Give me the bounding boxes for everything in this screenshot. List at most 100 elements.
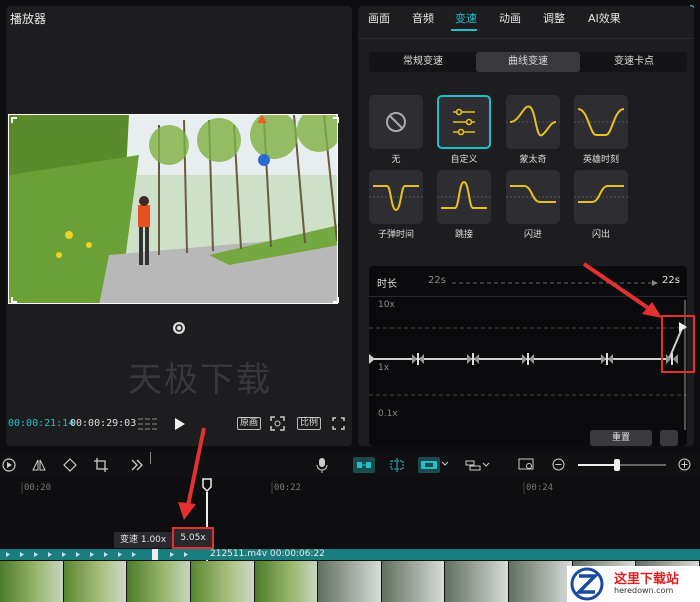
tab-divider bbox=[358, 38, 694, 39]
auto-snap-toggle[interactable] bbox=[353, 457, 375, 473]
tab-animation[interactable]: 动画 bbox=[499, 10, 521, 26]
thumbnail bbox=[509, 561, 573, 602]
preset-flash-in[interactable] bbox=[506, 170, 560, 224]
crop-handle-top-left[interactable] bbox=[11, 117, 17, 123]
play-timeline-icon[interactable] bbox=[2, 458, 16, 472]
thumbnail bbox=[381, 561, 446, 602]
flash-in-curve-icon bbox=[506, 185, 560, 203]
logo-z-icon bbox=[570, 567, 604, 601]
original-quality-button[interactable]: 原画 bbox=[237, 417, 262, 430]
preset-label: 跳接 bbox=[454, 230, 473, 240]
focus-icon[interactable] bbox=[270, 416, 285, 431]
duration-original: 22s bbox=[428, 275, 446, 286]
highlight-box-curve-point bbox=[661, 315, 695, 373]
total-time: 00:00:29:03 bbox=[70, 418, 137, 429]
preset-label: 蒙太奇 bbox=[519, 155, 547, 165]
none-icon bbox=[386, 112, 406, 132]
bullet-time-curve-icon bbox=[369, 185, 423, 212]
duration-new: 22s bbox=[662, 275, 680, 286]
annotation-arrow-icon bbox=[176, 426, 210, 522]
zoom-out-icon[interactable] bbox=[552, 458, 565, 471]
tab-canvas[interactable]: 画面 bbox=[368, 10, 390, 26]
preset-label: 闪进 bbox=[523, 230, 542, 240]
mode-normal-speed[interactable]: 常规变速 bbox=[371, 52, 475, 72]
duration-label: 时长 bbox=[377, 279, 397, 290]
microphone-icon[interactable] bbox=[316, 458, 328, 473]
chevron-down-icon[interactable] bbox=[441, 460, 449, 468]
preset-label: 自定义 bbox=[450, 155, 478, 165]
player-title: 播放器 bbox=[10, 12, 47, 26]
preset-jump-cut[interactable] bbox=[437, 170, 491, 224]
split-track-icon[interactable] bbox=[464, 457, 490, 473]
preview-window-icon[interactable] bbox=[518, 457, 534, 471]
preset-bullet-time[interactable] bbox=[369, 170, 423, 224]
ruler-label: 00:20 bbox=[24, 483, 52, 493]
site-url: heredown.com bbox=[614, 586, 674, 595]
hero-moment-curve-icon bbox=[574, 108, 628, 136]
crop-handle-bottom-right[interactable] bbox=[333, 297, 339, 303]
preview-axis-toggle[interactable] bbox=[418, 457, 440, 473]
preset-none[interactable] bbox=[369, 95, 423, 149]
tab-audio[interactable]: 音频 bbox=[412, 10, 434, 26]
curve-point-handle[interactable] bbox=[412, 353, 424, 365]
rotate-clip-icon[interactable] bbox=[63, 458, 77, 472]
montage-curve-icon bbox=[506, 105, 560, 137]
mirror-icon[interactable] bbox=[32, 458, 46, 472]
curve-point-handle[interactable] bbox=[601, 353, 613, 365]
video-frame-image bbox=[9, 115, 337, 303]
fullscreen-icon[interactable] bbox=[332, 417, 345, 430]
thumbnail bbox=[127, 561, 191, 602]
ruler-label: 00:24 bbox=[526, 483, 554, 493]
thumbnail bbox=[445, 561, 510, 602]
more-options-button[interactable] bbox=[660, 430, 678, 446]
zoom-slider-fill bbox=[578, 464, 618, 466]
tab-adjust[interactable]: 调整 bbox=[543, 10, 565, 26]
preset-custom[interactable] bbox=[437, 95, 491, 149]
annotation-arrow-icon bbox=[582, 262, 664, 320]
thumbnail bbox=[318, 561, 382, 602]
toolbar-divider bbox=[150, 452, 151, 464]
active-tab-indicator bbox=[451, 29, 477, 31]
clip-duration: 00:00:06:22 bbox=[270, 549, 325, 559]
preset-label: 英雄时刻 bbox=[582, 155, 619, 165]
video-preview[interactable] bbox=[8, 114, 338, 304]
watermark: 天极下载 bbox=[128, 360, 272, 400]
current-time: 00:00:21:14 bbox=[8, 418, 75, 429]
thumbnail bbox=[254, 561, 319, 602]
rotate-icon[interactable] bbox=[172, 321, 186, 335]
reset-button[interactable]: 重置 bbox=[590, 430, 652, 446]
mode-curve-speed[interactable]: 曲线变速 bbox=[476, 52, 580, 72]
crop-handle-bottom-left[interactable] bbox=[11, 297, 17, 303]
preset-montage[interactable] bbox=[506, 95, 560, 149]
crop-icon[interactable] bbox=[94, 458, 108, 472]
curve-point-handle[interactable] bbox=[467, 353, 479, 365]
zoom-in-icon[interactable] bbox=[678, 458, 691, 471]
zoom-slider-thumb[interactable] bbox=[614, 459, 620, 471]
curve-point-handle[interactable] bbox=[522, 353, 534, 365]
thumbnail bbox=[190, 561, 255, 602]
preset-label: 闪出 bbox=[591, 230, 610, 240]
preset-hero-moment[interactable] bbox=[574, 95, 628, 149]
tooltip-speed-value: 5.05x bbox=[172, 527, 214, 549]
link-clips-icon[interactable] bbox=[386, 457, 408, 473]
preset-label: 子弹时间 bbox=[377, 230, 414, 240]
jump-cut-curve-icon bbox=[437, 180, 491, 209]
thumbnail bbox=[63, 561, 128, 602]
ruler-label: 00:22 bbox=[274, 483, 302, 493]
grid-view-icon[interactable] bbox=[138, 417, 158, 431]
crop-handle-top-right[interactable] bbox=[333, 117, 339, 123]
clip-header[interactable] bbox=[0, 549, 700, 560]
time-ruler[interactable] bbox=[0, 478, 700, 496]
tab-ai-effects[interactable]: AI效果 bbox=[588, 10, 621, 26]
mode-speed-beat[interactable]: 变速卡点 bbox=[582, 52, 686, 72]
aspect-ratio-button[interactable]: 比例 bbox=[297, 417, 322, 430]
flash-out-curve-icon bbox=[574, 185, 628, 203]
preset-flash-out[interactable] bbox=[574, 170, 628, 224]
site-name: 这里下载站 bbox=[614, 572, 680, 587]
tooltip-speed-prefix: 变速 1.00x bbox=[120, 535, 167, 545]
custom-sliders-icon bbox=[453, 108, 475, 136]
tab-speed[interactable]: 变速 bbox=[455, 10, 477, 26]
preset-label: 无 bbox=[391, 155, 401, 165]
more-tools-icon[interactable] bbox=[130, 458, 144, 472]
clip-name: 212511.m4v bbox=[210, 549, 268, 559]
